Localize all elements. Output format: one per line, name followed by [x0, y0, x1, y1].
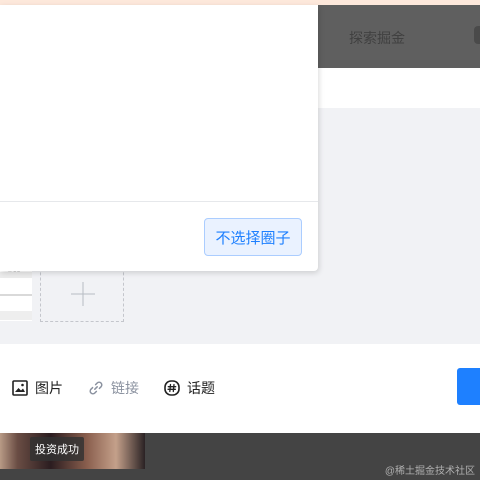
dialog-divider	[0, 201, 318, 202]
add-image-button[interactable]	[40, 262, 124, 322]
hashtag-icon	[164, 380, 180, 396]
insert-topic-label: 话题	[187, 380, 215, 396]
uploaded-image-thumbnail[interactable]: 原地址	[0, 263, 32, 321]
nav-explore-link[interactable]: 探索掘金	[349, 28, 405, 48]
image-icon	[12, 380, 28, 396]
editor-header-band	[318, 68, 480, 108]
plus-icon	[71, 282, 95, 306]
site-watermark: @稀土掘金技术社区	[384, 466, 475, 477]
insert-image-button[interactable]: 图片	[12, 378, 63, 398]
thumbnail-content-strip	[0, 294, 32, 296]
thumbnail-content-strip	[0, 311, 32, 320]
circle-select-dialog: 不选择圈子	[0, 5, 318, 271]
header-edge-element	[474, 26, 480, 44]
thumbnail-content-strip	[0, 272, 32, 278]
insert-image-label: 图片	[35, 380, 63, 396]
publish-button[interactable]	[457, 368, 480, 405]
no-circle-button[interactable]: 不选择圈子	[204, 218, 302, 256]
insert-link-button[interactable]: 链接	[88, 378, 139, 398]
link-icon	[89, 381, 103, 395]
editor-toolbar: 图片 链接 话题	[0, 344, 480, 433]
insert-link-label: 链接	[111, 380, 139, 396]
insert-topic-button[interactable]: 话题	[164, 378, 215, 398]
preview-photo-label: 投资成功	[30, 437, 84, 461]
